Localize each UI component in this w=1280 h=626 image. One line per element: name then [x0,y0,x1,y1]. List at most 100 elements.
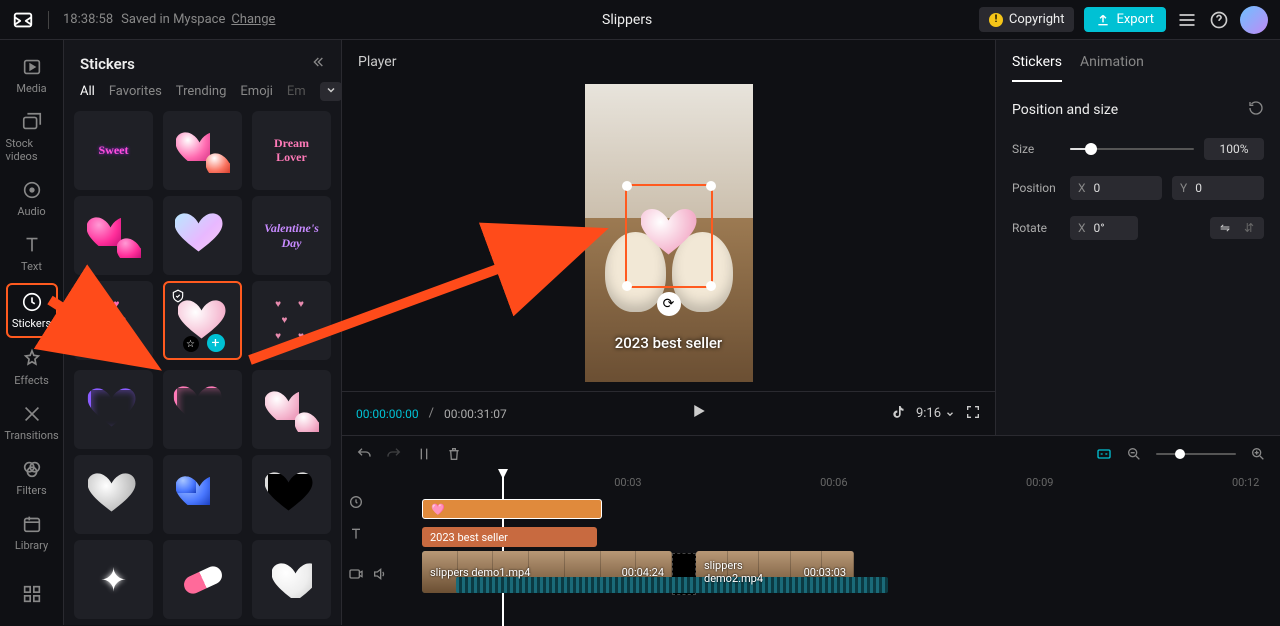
sticker-item[interactable] [163,370,242,449]
position-x-input[interactable]: X0 [1070,176,1162,200]
selection-box[interactable]: ⟳ [625,184,713,288]
zoom-slider[interactable] [1156,453,1236,455]
tab-animation-props[interactable]: Animation [1080,54,1144,82]
sticker-icon [21,291,43,313]
nav-more[interactable] [6,577,58,611]
size-value[interactable]: 100% [1204,138,1264,160]
position-y-input[interactable]: Y0 [1172,176,1264,200]
time-current: 00:00:00:00 [356,407,419,421]
nav-filters[interactable]: Filters [6,452,58,503]
auto-caption-icon[interactable] [1096,446,1112,462]
tab-favorites[interactable]: Favorites [109,84,162,99]
nav-transitions[interactable]: Transitions [6,397,58,448]
sticker-panel: Stickers All Favorites Trending Emoji Em… [64,40,342,625]
delete-icon[interactable] [446,446,462,462]
play-button[interactable] [689,402,707,425]
zoom-in-icon[interactable] [1250,446,1266,462]
mirror-horizontal-icon[interactable]: ⇋ [1216,221,1234,235]
sticker-item[interactable]: DreamLover [252,111,331,190]
section-title: Position and size [1012,102,1118,118]
zoom-out-icon[interactable] [1126,446,1142,462]
timeline: 00:03 00:06 00:09 00:12 🩷 2023 best sell… [342,435,1280,625]
track-sticker-icon [348,494,388,514]
library-icon [21,513,43,535]
placed-sticker[interactable] [641,207,697,257]
audio-icon [21,179,43,201]
sticker-item[interactable] [252,455,331,534]
change-location-link[interactable]: Change [231,12,275,27]
topbar: 18:38:58 Saved in Myspace Change Slipper… [0,0,1280,40]
tab-trending[interactable]: Trending [176,84,227,99]
tiktok-icon[interactable] [890,404,906,424]
transitions-icon [21,403,43,425]
rotate-handle-icon[interactable]: ⟳ [657,292,681,316]
size-slider[interactable] [1070,148,1194,150]
export-button[interactable]: Export [1084,7,1166,32]
nav-stock-videos[interactable]: Stock videos [6,105,58,169]
effects-icon [21,348,43,370]
audio-waveform[interactable] [456,577,888,593]
timeline-toolbar [342,436,1280,472]
nav-text[interactable]: Text [6,228,58,279]
upload-icon [1096,13,1110,27]
mirror-controls[interactable]: ⇋ ⇵ [1210,217,1264,239]
copyright-button[interactable]: ! Copyright [979,7,1075,32]
sticker-item[interactable]: Valentine'sDay [252,196,331,275]
properties-panel: Stickers Animation Position and size Siz… [996,40,1280,435]
sticker-item-selected[interactable]: ☆ + [163,281,242,360]
split-icon[interactable] [416,446,432,462]
fullscreen-icon[interactable] [965,404,981,424]
video-preview[interactable]: ⟳ 2023 best seller [585,84,753,382]
reset-icon[interactable] [1248,100,1264,120]
sticker-item[interactable]: ♥ ♥♥ ♥ ♥ ♥ [74,281,153,360]
tab-emoji[interactable]: Emoji [240,84,272,99]
sticker-item[interactable] [163,111,242,190]
timeline-ruler[interactable]: 00:03 00:06 00:09 00:12 [422,472,1280,496]
undo-icon[interactable] [356,446,372,462]
user-avatar[interactable] [1240,6,1268,34]
mirror-vertical-icon[interactable]: ⇵ [1240,221,1258,235]
warning-icon: ! [989,13,1003,27]
nav-library[interactable]: Library [6,507,58,558]
filters-icon [21,458,43,480]
aspect-ratio-selector[interactable]: 9:16 [916,406,955,421]
sticker-item[interactable]: ♥ ♥ ♥♥ ♥ [252,281,331,360]
sticker-item[interactable] [252,540,331,619]
sticker-item[interactable] [74,455,153,534]
tab-all[interactable]: All [80,84,95,99]
tab-stickers-props[interactable]: Stickers [1012,54,1062,82]
sticker-item[interactable] [74,370,153,449]
app-logo[interactable] [12,9,34,31]
sticker-item[interactable]: Sweet [74,111,153,190]
sticker-clip[interactable]: 🩷 [422,499,602,519]
rotate-input[interactable]: X0° [1070,216,1138,240]
nav-audio[interactable]: Audio [6,173,58,224]
sticker-item[interactable] [74,196,153,275]
save-timestamp: 18:38:58 [63,12,113,27]
sticker-item[interactable] [163,196,242,275]
add-sticker-button[interactable]: + [207,334,225,352]
player-viewport[interactable]: ⟳ 2023 best seller [342,74,995,391]
menu-icon[interactable] [1176,9,1198,31]
player-controls: 00:00:00:00 / 00:00:31:07 9:16 [342,391,995,435]
tabs-more-button[interactable] [320,82,342,101]
rotate-label: Rotate [1012,221,1060,235]
project-title: Slippers [275,12,979,28]
track-video-icon [348,566,364,586]
sticker-item[interactable]: ✦ [74,540,153,619]
size-label: Size [1012,142,1060,156]
collapse-panel-icon[interactable] [309,54,325,74]
nav-media[interactable]: Media [6,50,58,101]
text-clip[interactable]: 2023 best seller [422,527,597,547]
tab-overflow-hint: Em [287,84,306,99]
chevron-down-icon [945,409,955,419]
sticker-item[interactable] [163,455,242,534]
help-icon[interactable] [1208,9,1230,31]
sticker-item[interactable] [252,370,331,449]
nav-effects[interactable]: Effects [6,342,58,393]
favorite-button[interactable]: ☆ [183,336,199,352]
redo-icon[interactable] [386,446,402,462]
nav-stickers[interactable]: Stickers [6,283,58,338]
sticker-item[interactable] [163,540,242,619]
track-mute-icon[interactable] [372,566,388,586]
